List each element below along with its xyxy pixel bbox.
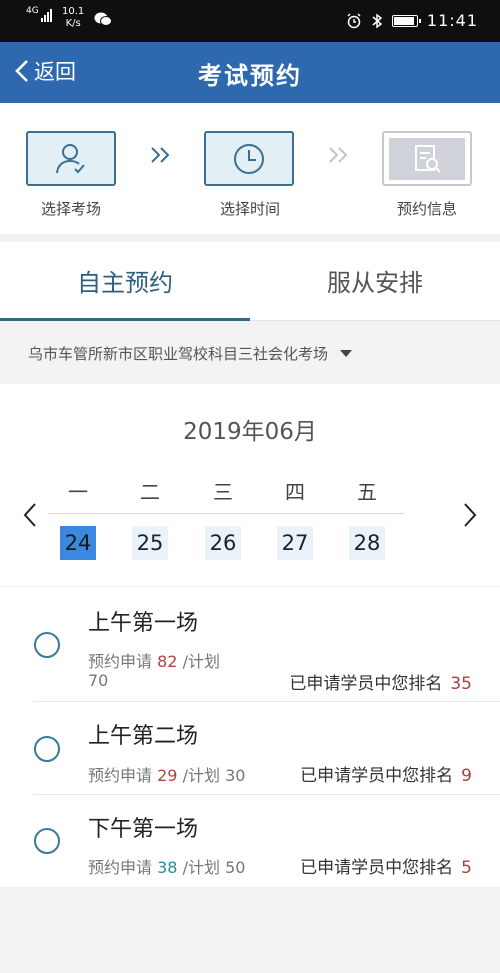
- chevron-double-right-icon: [151, 147, 170, 163]
- plan-count: 30: [225, 766, 246, 785]
- session-item[interactable]: 上午第二场 预约申请 29 /计划 30 已申请学员中您排名 9: [0, 702, 500, 794]
- session-applied: 预约申请 29 /计划 30: [88, 762, 245, 786]
- person-check-icon: [56, 143, 85, 173]
- step-label-venue: 选择考场: [40, 200, 101, 218]
- step-select-time: [204, 131, 294, 186]
- plan-count: 70: [88, 671, 109, 690]
- venue-name: 乌市车管所新市区职业驾校科目三社会化考场: [28, 344, 329, 363]
- tab-self-booking[interactable]: 自主预约: [0, 242, 250, 321]
- radio-button[interactable]: [34, 828, 60, 854]
- step-label-time: 选择时间: [219, 200, 280, 218]
- applied-count: 38: [157, 858, 178, 877]
- plan-label: /计划: [182, 766, 220, 785]
- session-rank: 已申请学员中您排名 35: [289, 669, 472, 694]
- date-cell[interactable]: 27: [277, 526, 313, 560]
- plan-label: /计划: [182, 652, 220, 671]
- rank-label: 已申请学员中您排名: [289, 674, 443, 694]
- session-item[interactable]: 上午第一场 预约申请 82 /计划 70 已申请学员中您排名 35: [0, 587, 500, 701]
- date-row: 24 25 26 27 28: [0, 526, 500, 562]
- wechat-icon: [94, 12, 113, 26]
- weekday-label: 五: [357, 480, 377, 504]
- date-picker: 2019年06月 一 二 三 四 五 24 25 26 27 28: [0, 384, 500, 586]
- session-applied: 预约申请 82 /计划: [88, 648, 220, 672]
- prev-week-arrow-icon[interactable]: [22, 502, 38, 528]
- rank-label: 已申请学员中您排名: [300, 858, 454, 878]
- plan-label: /计划: [182, 858, 220, 877]
- step-label-info: 预约信息: [396, 200, 457, 218]
- status-bar: 4G 10.1 K/s 11:41: [0, 0, 500, 42]
- session-rank: 已申请学员中您排名 9: [300, 761, 472, 786]
- weekday-label: 二: [140, 480, 160, 504]
- step-select-venue: [26, 131, 116, 186]
- network-type: 4G: [26, 6, 39, 16]
- date-cell[interactable]: 26: [205, 526, 241, 560]
- nav-bar: 返回 考试预约: [0, 42, 500, 103]
- progress-steps: 选择考场 选择时间 预约信息: [0, 103, 500, 234]
- document-search-icon: [415, 144, 441, 173]
- rank-value: 9: [461, 766, 472, 786]
- applied-count: 82: [157, 652, 178, 671]
- calendar-divider: [48, 513, 404, 514]
- caret-down-icon: [340, 349, 353, 357]
- speed-unit: K/s: [65, 18, 81, 29]
- session-rank: 已申请学员中您排名 5: [300, 853, 472, 878]
- page-background: [0, 887, 500, 973]
- applied-count: 29: [157, 766, 178, 785]
- date-cell[interactable]: 25: [132, 526, 168, 560]
- tab-follow-arrangement[interactable]: 服从安排: [250, 242, 500, 321]
- weekday-row: 一 二 三 四 五: [0, 476, 500, 504]
- radio-button[interactable]: [34, 736, 60, 762]
- session-applied: 预约申请 38 /计划 50: [88, 854, 245, 878]
- booking-mode-tabs: 自主预约 服从安排: [0, 242, 500, 321]
- battery-icon: [391, 14, 421, 27]
- rank-value: 5: [461, 858, 472, 878]
- weekday-label: 一: [68, 480, 88, 504]
- weekday-label: 四: [285, 480, 305, 504]
- session-title: 上午第二场: [88, 724, 199, 749]
- next-week-arrow-icon[interactable]: [462, 502, 478, 528]
- weekday-label: 三: [213, 480, 233, 504]
- calendar-month: 2019年06月: [183, 419, 317, 445]
- bluetooth-icon: [372, 13, 383, 28]
- session-title: 下午第一场: [88, 817, 199, 842]
- session-title: 上午第一场: [88, 611, 199, 636]
- radio-button[interactable]: [34, 632, 60, 658]
- session-list: 上午第一场 预约申请 82 /计划 70 已申请学员中您排名 35 上午第二场 预…: [0, 587, 500, 887]
- date-cell[interactable]: 28: [349, 526, 385, 560]
- clock-icon: [234, 143, 264, 174]
- clock-time: 11:41: [426, 11, 478, 30]
- date-cell[interactable]: 24: [60, 526, 96, 560]
- plan-count: 50: [225, 858, 246, 877]
- chevron-double-right-icon: [329, 147, 348, 163]
- applied-label: 预约申请: [88, 858, 153, 877]
- applied-label: 预约申请: [88, 766, 153, 785]
- rank-label: 已申请学员中您排名: [300, 766, 454, 786]
- step-booking-info: [382, 131, 472, 186]
- session-item[interactable]: 下午第一场 预约申请 38 /计划 50 已申请学员中您排名 5: [0, 795, 500, 887]
- applied-label: 预约申请: [88, 652, 153, 671]
- signal-icon: [41, 8, 52, 22]
- rank-value: 35: [450, 674, 472, 694]
- active-tab-indicator: [0, 318, 250, 321]
- venue-selector[interactable]: 乌市车管所新市区职业驾校科目三社会化考场: [0, 322, 500, 384]
- alarm-icon: [347, 13, 361, 28]
- page-title: 考试预约: [198, 62, 302, 90]
- speed-value: 10.1: [62, 6, 85, 17]
- network-speed: 10.1 K/s: [62, 6, 84, 30]
